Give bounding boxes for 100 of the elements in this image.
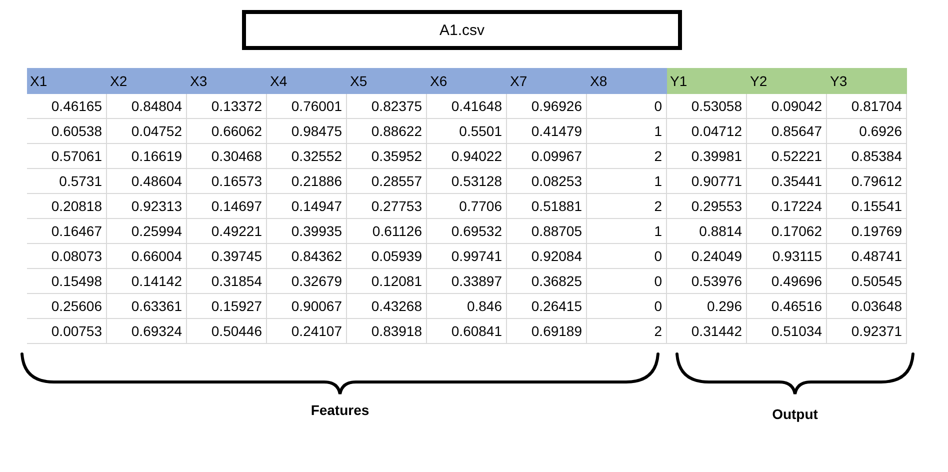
table-cell: 0.49221 xyxy=(187,219,267,244)
table-cell: 0.50446 xyxy=(187,319,267,344)
table-cell: 0.39981 xyxy=(667,144,747,169)
table-cell: 0.81704 xyxy=(827,94,907,119)
table-cell: 0.60538 xyxy=(27,119,107,144)
table-cell: 0.88622 xyxy=(347,119,427,144)
table-cell: 0.48604 xyxy=(107,169,187,194)
table-cell: 0.51881 xyxy=(507,194,587,219)
table-cell: 0.36825 xyxy=(507,269,587,294)
table-cell: 0.94022 xyxy=(427,144,507,169)
table-cell: 0.24049 xyxy=(667,244,747,269)
table-cell: 0.33897 xyxy=(427,269,507,294)
table-cell: 0.69324 xyxy=(107,319,187,344)
table-cell: 0.35952 xyxy=(347,144,427,169)
table-cell: 0.69532 xyxy=(427,219,507,244)
table-cell: 0.85647 xyxy=(747,119,827,144)
table-cell: 0.92313 xyxy=(107,194,187,219)
table-cell: 0.46516 xyxy=(747,294,827,319)
table-cell: 0.61126 xyxy=(347,219,427,244)
table-cell: 0.76001 xyxy=(267,94,347,119)
table-cell: 0.79612 xyxy=(827,169,907,194)
curly-brace-icon xyxy=(676,352,914,396)
table-cell: 0.60841 xyxy=(427,319,507,344)
table-cell: 0.27753 xyxy=(347,194,427,219)
table-cell: 0 xyxy=(587,94,667,119)
table-cell: 2 xyxy=(587,144,667,169)
column-header: Y3 xyxy=(827,68,907,94)
table-cell: 0.85384 xyxy=(827,144,907,169)
table-cell: 0.16619 xyxy=(107,144,187,169)
table-cell: 0.93115 xyxy=(747,244,827,269)
table-cell: 0.12081 xyxy=(347,269,427,294)
table-cell: 0.31442 xyxy=(667,319,747,344)
table-cell: 0.14142 xyxy=(107,269,187,294)
table-cell: 0.21886 xyxy=(267,169,347,194)
table-cell: 0.31854 xyxy=(187,269,267,294)
table-cell: 0.09967 xyxy=(507,144,587,169)
table-cell: 0.6926 xyxy=(827,119,907,144)
table-cell: 0.49696 xyxy=(747,269,827,294)
table-cell: 0.29553 xyxy=(667,194,747,219)
table-cell: 0.53976 xyxy=(667,269,747,294)
table-cell: 0.13372 xyxy=(187,94,267,119)
table-cell: 0.39935 xyxy=(267,219,347,244)
column-header: X6 xyxy=(427,68,507,94)
table-cell: 0.09042 xyxy=(747,94,827,119)
table-cell: 0 xyxy=(587,294,667,319)
table-cell: 0.15541 xyxy=(827,194,907,219)
table-cell: 0.20818 xyxy=(27,194,107,219)
table-cell: 1 xyxy=(587,169,667,194)
table-cell: 2 xyxy=(587,194,667,219)
table-cell: 1 xyxy=(587,119,667,144)
table-cell: 0.15498 xyxy=(27,269,107,294)
table-cell: 0.66062 xyxy=(187,119,267,144)
column-header: X4 xyxy=(267,68,347,94)
curly-brace-icon xyxy=(20,352,660,396)
table-cell: 0.63361 xyxy=(107,294,187,319)
table-cell: 0.88705 xyxy=(507,219,587,244)
table-cell: 0.90067 xyxy=(267,294,347,319)
table-cell: 0.39745 xyxy=(187,244,267,269)
table-cell: 0.25994 xyxy=(107,219,187,244)
table-cell: 0.84804 xyxy=(107,94,187,119)
file-name-title: A1.csv xyxy=(242,10,682,50)
table-cell: 0 xyxy=(587,244,667,269)
table-cell: 0.14947 xyxy=(267,194,347,219)
table-cell: 0.24107 xyxy=(267,319,347,344)
table-cell: 0.83918 xyxy=(347,319,427,344)
table-cell: 0.66004 xyxy=(107,244,187,269)
table-cell: 0.82375 xyxy=(347,94,427,119)
table-cell: 0.53128 xyxy=(427,169,507,194)
table-cell: 0.17062 xyxy=(747,219,827,244)
table-cell: 0.52221 xyxy=(747,144,827,169)
table-cell: 0.16573 xyxy=(187,169,267,194)
table-cell: 0.98475 xyxy=(267,119,347,144)
table-cell: 0.296 xyxy=(667,294,747,319)
table-cell: 0.28557 xyxy=(347,169,427,194)
table-cell: 0.92084 xyxy=(507,244,587,269)
table-cell: 0.5731 xyxy=(27,169,107,194)
table-cell: 0.846 xyxy=(427,294,507,319)
table-cell: 0.90771 xyxy=(667,169,747,194)
table-cell: 0.69189 xyxy=(507,319,587,344)
table-cell: 0.08253 xyxy=(507,169,587,194)
table-cell: 0 xyxy=(587,269,667,294)
table-cell: 0.00753 xyxy=(27,319,107,344)
column-header: Y2 xyxy=(747,68,827,94)
table-cell: 0.25606 xyxy=(27,294,107,319)
column-header: X3 xyxy=(187,68,267,94)
table-cell: 0.46165 xyxy=(27,94,107,119)
table-cell: 0.48741 xyxy=(827,244,907,269)
table-cell: 0.04712 xyxy=(667,119,747,144)
table-cell: 0.50545 xyxy=(827,269,907,294)
table-cell: 0.53058 xyxy=(667,94,747,119)
table-cell: 0.32679 xyxy=(267,269,347,294)
table-cell: 0.15927 xyxy=(187,294,267,319)
table-cell: 0.32552 xyxy=(267,144,347,169)
column-header: Y1 xyxy=(667,68,747,94)
column-header: X8 xyxy=(587,68,667,94)
table-cell: 0.7706 xyxy=(427,194,507,219)
table-cell: 0.41479 xyxy=(507,119,587,144)
table-cell: 0.57061 xyxy=(27,144,107,169)
table-cell: 0.17224 xyxy=(747,194,827,219)
table-cell: 0.51034 xyxy=(747,319,827,344)
